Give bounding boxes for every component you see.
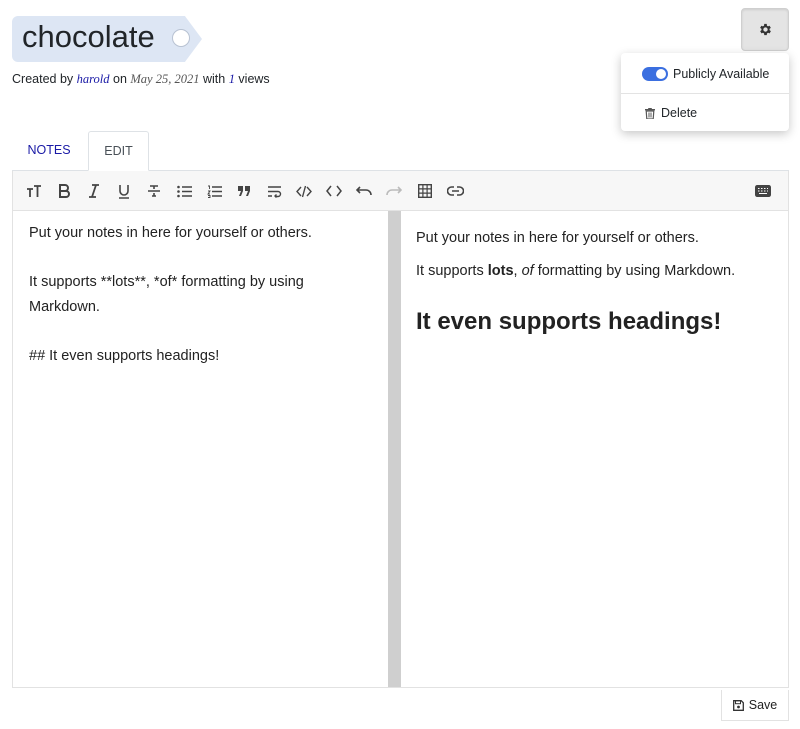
wrap-text-icon (267, 185, 282, 198)
floppy-disk-icon (732, 699, 744, 711)
italic-icon (88, 184, 100, 198)
tag-hole (172, 29, 190, 47)
numbered-list-icon (206, 185, 222, 198)
views-count: 1 (228, 72, 235, 86)
public-toggle-item[interactable]: Publicly Available (621, 62, 789, 86)
link-button[interactable] (443, 179, 467, 203)
preview-paragraph-1: Put your notes in here for yourself or o… (416, 230, 699, 246)
heading-button[interactable] (22, 179, 46, 203)
public-toggle-label: Publicly Available (673, 67, 770, 81)
source-line-2: It supports **lots**, *of* formatting by… (29, 274, 304, 315)
views-label: views (238, 72, 270, 86)
menu-divider (621, 93, 789, 94)
bullet-list-button[interactable] (172, 179, 196, 203)
table-button[interactable] (413, 179, 437, 203)
code-block-button[interactable] (292, 179, 316, 203)
strikethrough-icon (147, 184, 161, 198)
delete-label: Delete (661, 106, 698, 120)
delete-menu-item[interactable]: Delete (621, 101, 789, 125)
quote-button[interactable] (232, 179, 256, 203)
redo-icon (386, 185, 402, 197)
settings-dropdown: Publicly Available Delete (621, 53, 789, 131)
meta-prefix: Created by (12, 72, 74, 86)
underline-icon (117, 184, 131, 199)
public-toggle-switch[interactable] (642, 67, 668, 81)
quote-icon (237, 186, 251, 196)
markdown-source-pane[interactable]: Put your notes in here for yourself or o… (13, 211, 388, 687)
bullet-list-icon (176, 185, 192, 198)
markdown-editor: Put your notes in here for yourself or o… (12, 211, 789, 688)
undo-button[interactable] (352, 179, 376, 203)
meta-on: on (113, 72, 127, 86)
page-title: chocolate (22, 19, 155, 54)
wrap-text-button[interactable] (262, 179, 286, 203)
meta-with: with (202, 72, 226, 86)
bold-button[interactable] (52, 179, 76, 203)
source-line-3: ## It even supports headings! (29, 347, 220, 364)
italic-button[interactable] (82, 179, 106, 203)
tab-notes[interactable]: NOTES (12, 131, 86, 171)
preview-heading: It even supports headings! (416, 308, 722, 335)
author-link[interactable]: harold (77, 72, 110, 86)
strikethrough-button[interactable] (142, 179, 166, 203)
inline-code-button[interactable] (322, 179, 346, 203)
heading-icon (26, 184, 42, 198)
redo-button[interactable] (382, 179, 406, 203)
settings-button[interactable] (741, 8, 789, 51)
table-icon (418, 184, 432, 198)
save-button[interactable]: Save (721, 690, 789, 721)
keyboard-icon (755, 185, 771, 197)
bold-icon (58, 184, 70, 198)
keyboard-button[interactable] (751, 179, 775, 203)
markdown-preview-pane: Put your notes in here for yourself or o… (401, 211, 788, 687)
note-meta: Created by harold on May 25, 2021 with 1… (12, 72, 270, 87)
created-date: May 25, 2021 (130, 72, 200, 86)
pane-divider[interactable] (388, 211, 401, 687)
link-icon (446, 186, 464, 196)
code-block-icon (296, 185, 312, 198)
gear-icon (758, 22, 773, 37)
save-label: Save (748, 698, 778, 712)
inline-code-icon (326, 185, 342, 197)
tab-edit[interactable]: EDIT (88, 131, 149, 171)
editor-toolbar (12, 171, 789, 211)
numbered-list-button[interactable] (202, 179, 226, 203)
source-line-1: Put your notes in here for yourself or o… (29, 225, 312, 241)
underline-button[interactable] (112, 179, 136, 203)
preview-paragraph-2: It supports lots, of formatting by using… (416, 263, 736, 279)
trash-icon (645, 107, 655, 119)
undo-icon (356, 185, 372, 197)
